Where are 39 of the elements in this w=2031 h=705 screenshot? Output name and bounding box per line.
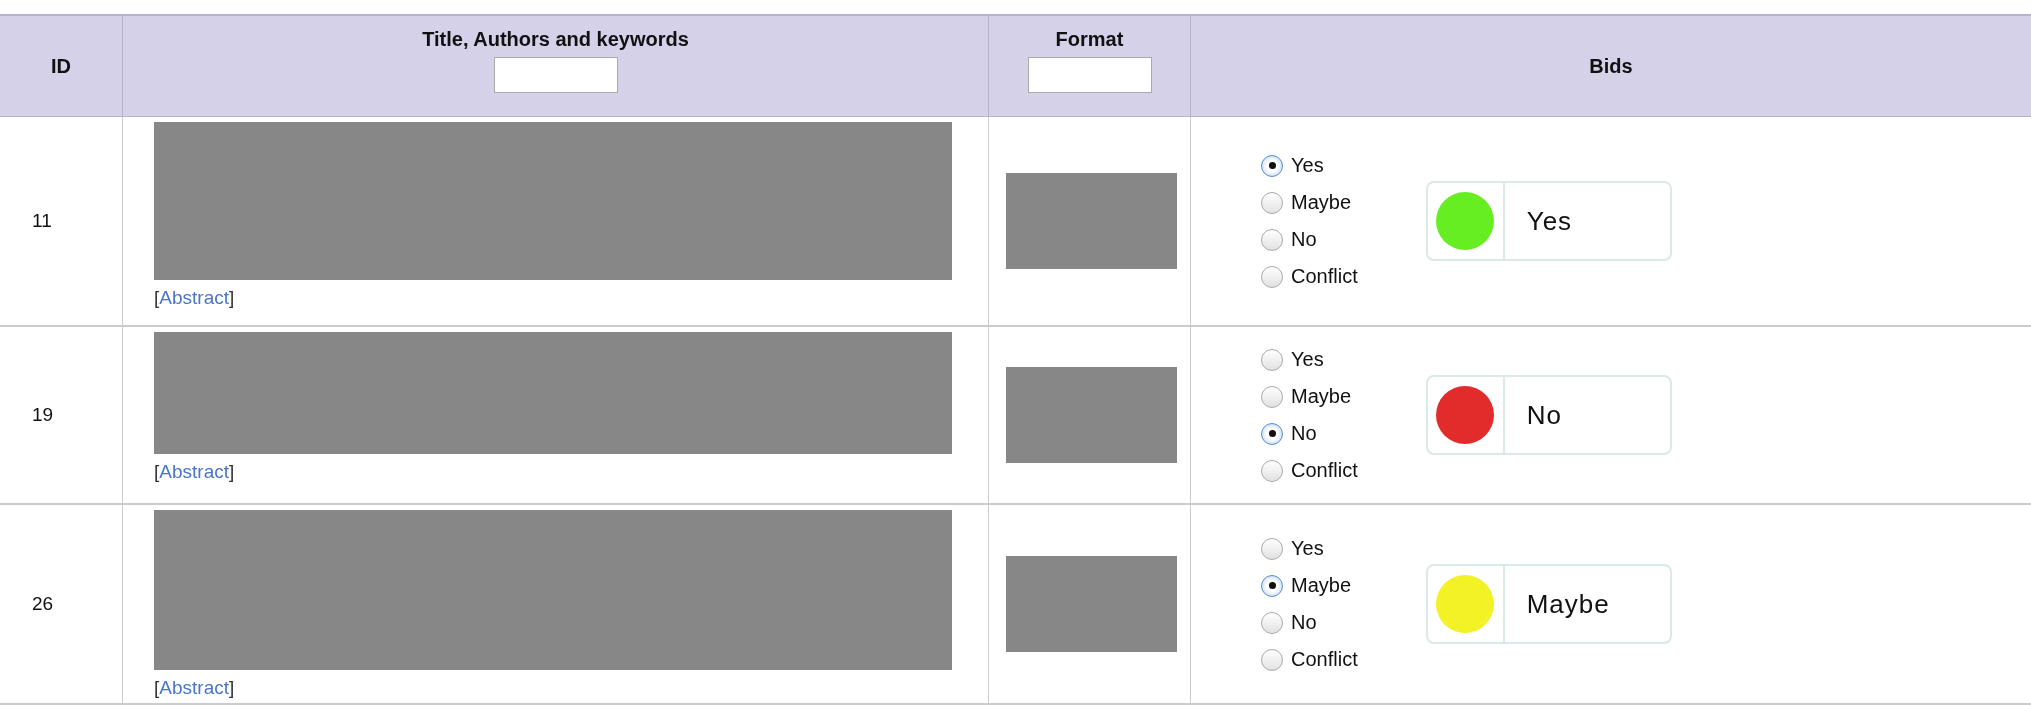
filter-field[interactable]: [493, 57, 618, 93]
abstract-link[interactable]: [Abstract]: [154, 461, 235, 483]
column-title: Bids: [1589, 54, 1633, 78]
bid-option[interactable]: Yes: [1261, 147, 1358, 184]
radio-button[interactable]: [1261, 228, 1283, 251]
bid-option[interactable]: Conflict: [1261, 641, 1358, 678]
column-title: ID: [51, 54, 71, 78]
bid-label: Yes: [1525, 205, 1573, 237]
column-title: Title, Authors and keywords: [422, 28, 689, 51]
bid-option[interactable]: Conflict: [1261, 452, 1358, 489]
radio-button[interactable]: [1261, 348, 1283, 371]
bid-option[interactable]: Yes: [1261, 530, 1358, 567]
abstract-link[interactable]: [Abstract]: [154, 677, 235, 699]
radio-button[interactable]: [1261, 459, 1283, 482]
paper-id: 26: [32, 593, 54, 615]
radio-button[interactable]: [1261, 648, 1283, 671]
radio-button[interactable]: [1261, 422, 1283, 445]
bid-option[interactable]: Maybe: [1261, 184, 1358, 221]
bid-label: No: [1525, 399, 1562, 431]
bid-option[interactable]: Maybe: [1261, 567, 1358, 604]
radio-button[interactable]: [1261, 154, 1283, 177]
paper-id: 11: [32, 210, 52, 232]
bid-option[interactable]: No: [1261, 221, 1358, 258]
radio-button[interactable]: [1261, 537, 1283, 560]
radio-button[interactable]: [1261, 265, 1283, 288]
bid-option[interactable]: Yes: [1261, 341, 1358, 378]
paper-id: 19: [32, 404, 54, 426]
bid-option[interactable]: Conflict: [1261, 258, 1358, 295]
abstract-link[interactable]: [Abstract]: [154, 287, 235, 309]
radio-button[interactable]: [1261, 385, 1283, 408]
bid-option[interactable]: Maybe: [1261, 378, 1358, 415]
column-title: Format: [1055, 28, 1124, 51]
bid-option[interactable]: No: [1261, 604, 1358, 641]
radio-button[interactable]: [1261, 611, 1283, 634]
radio-button[interactable]: [1261, 574, 1283, 597]
radio-button[interactable]: [1261, 191, 1283, 214]
filter-field[interactable]: [1027, 57, 1152, 93]
bid-label: Maybe: [1525, 588, 1610, 620]
bid-option[interactable]: No: [1261, 415, 1358, 452]
